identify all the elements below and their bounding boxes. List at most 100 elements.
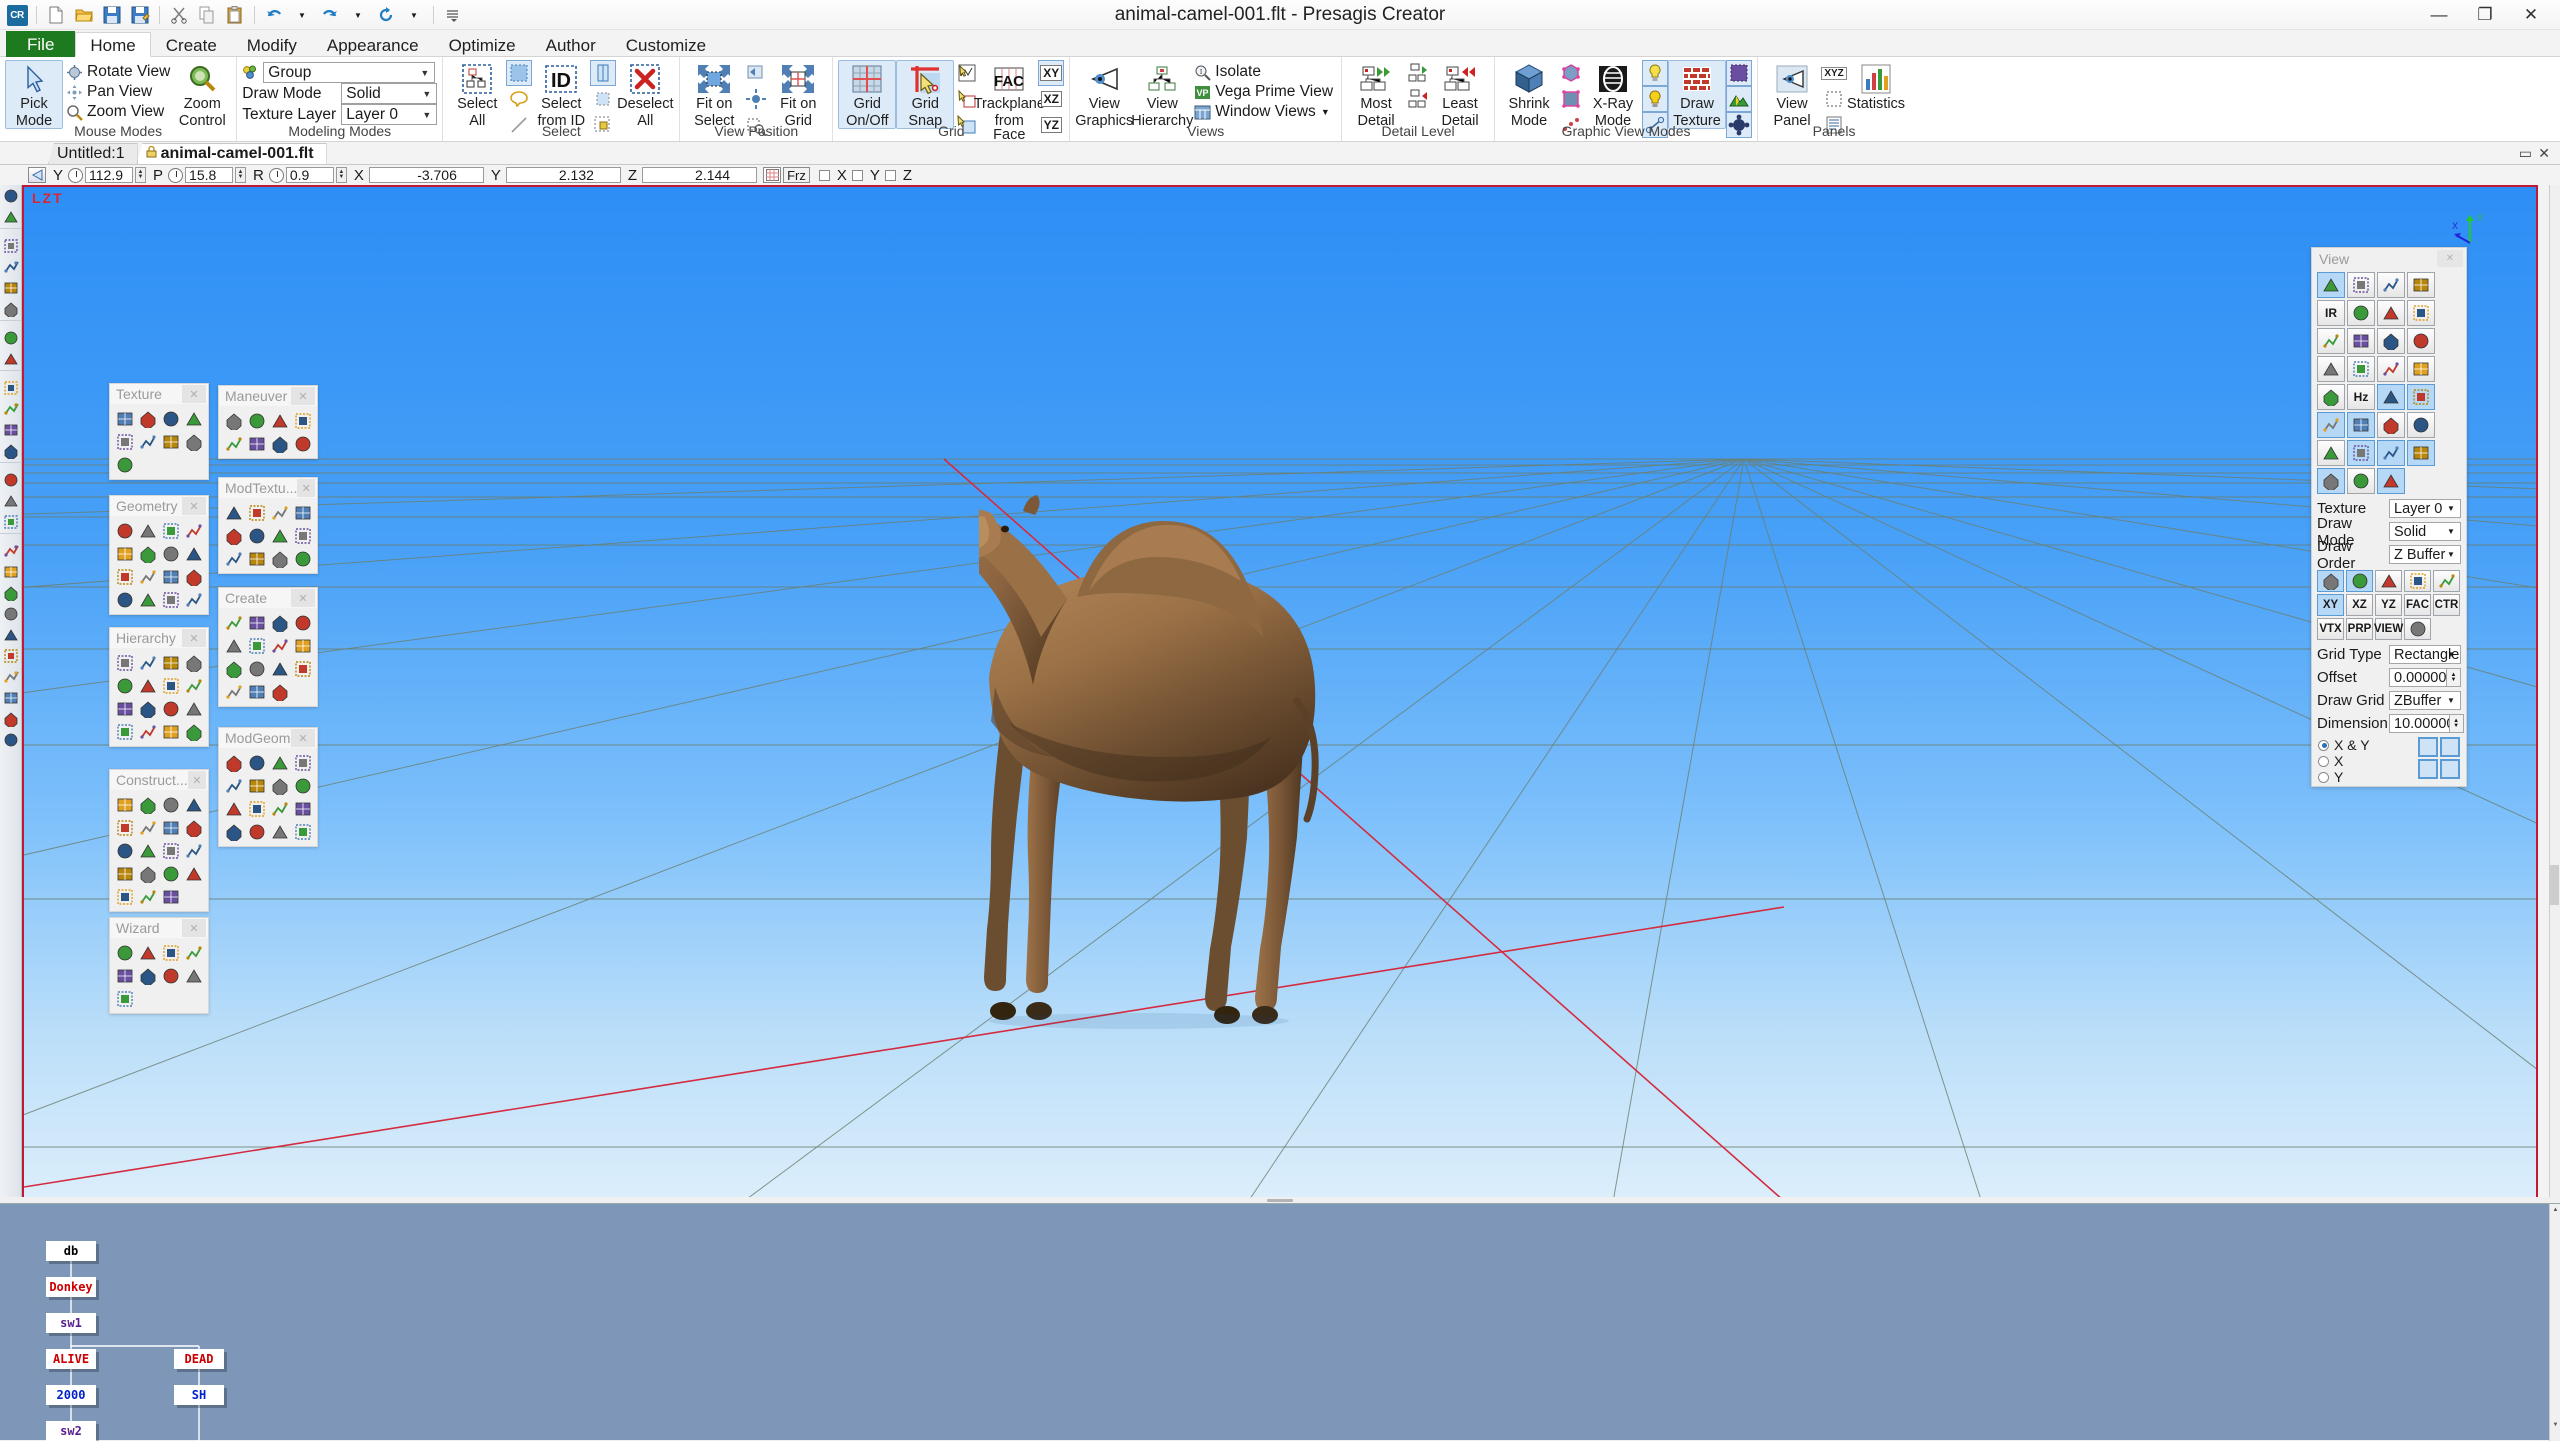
- tex-corner-icon[interactable]: [268, 501, 291, 524]
- lighting-toggle-button[interactable]: [1642, 60, 1669, 86]
- roadway-icon[interactable]: [245, 680, 268, 703]
- shaded-icon[interactable]: [2347, 300, 2375, 326]
- uv-icon[interactable]: [245, 524, 268, 547]
- pick-mode-button[interactable]: Pick Mode: [5, 60, 63, 129]
- tack-9-icon[interactable]: [0, 729, 21, 750]
- palette-close-icon[interactable]: ✕: [297, 479, 315, 497]
- lighting-icon[interactable]: [2317, 272, 2345, 298]
- light-wiz-icon[interactable]: [159, 941, 182, 964]
- switch-icon[interactable]: [291, 634, 314, 657]
- tab-modify[interactable]: Modify: [232, 32, 312, 57]
- undo-dropdown-icon[interactable]: ▼: [289, 2, 315, 28]
- tex-copy-icon[interactable]: [268, 547, 291, 570]
- select-parent-button[interactable]: [590, 60, 617, 86]
- vega-prime-view-button[interactable]: VP Vega Prime View: [1191, 82, 1336, 102]
- light-icon[interactable]: [222, 657, 245, 680]
- bulb-icon[interactable]: [2377, 440, 2405, 466]
- tack-5-icon[interactable]: [0, 645, 21, 666]
- palette-titlebar[interactable]: Create ✕: [219, 588, 317, 608]
- rotate-view-button[interactable]: Rotate View: [63, 62, 173, 82]
- statistics-button[interactable]: Statistics: [1847, 60, 1905, 113]
- split-icon[interactable]: [245, 751, 268, 774]
- point-icon[interactable]: [113, 793, 136, 816]
- view-offset-spinner[interactable]: ▲ ▼: [2446, 669, 2460, 686]
- view-dimension-input[interactable]: 10.000000 ▲ ▼: [2389, 714, 2464, 733]
- cylinder-icon[interactable]: [113, 519, 136, 542]
- palette-titlebar[interactable]: Texture ✕: [110, 384, 208, 404]
- object-icon[interactable]: [0, 469, 21, 490]
- mountain-icon[interactable]: [2377, 468, 2405, 494]
- node-left-icon[interactable]: [113, 674, 136, 697]
- color-icon[interactable]: [245, 820, 268, 843]
- move-object-icon[interactable]: [0, 185, 21, 206]
- axes-icon[interactable]: [2317, 440, 2345, 466]
- box-icon[interactable]: [113, 588, 136, 611]
- grid-icon[interactable]: [113, 816, 136, 839]
- mirror-icon[interactable]: [182, 542, 205, 565]
- node-remove-icon[interactable]: [136, 651, 159, 674]
- bolt-icon[interactable]: [0, 440, 21, 461]
- tab-optimize[interactable]: Optimize: [434, 32, 531, 57]
- grid-pick-button[interactable]: [954, 60, 980, 86]
- zoom-control-button[interactable]: Zoom Control: [173, 60, 231, 129]
- rotate-icon[interactable]: [245, 409, 268, 432]
- grid-ctr-icon[interactable]: CTR: [2433, 594, 2460, 616]
- axis-y-radio[interactable]: [2318, 771, 2329, 783]
- tack-2-icon[interactable]: [0, 582, 21, 603]
- palette-titlebar[interactable]: ModTextu... ✕: [219, 478, 317, 498]
- sphere-icon[interactable]: [159, 519, 182, 542]
- texture-paint-icon[interactable]: [0, 348, 21, 369]
- proj-icon[interactable]: [136, 839, 159, 862]
- roll-spinner[interactable]: ▲ ▼: [335, 167, 347, 183]
- x-input[interactable]: -3.706: [368, 167, 484, 183]
- line-icon[interactable]: [159, 793, 182, 816]
- tack-1-icon[interactable]: [0, 561, 21, 582]
- scatter-icon[interactable]: [182, 862, 205, 885]
- scroll-down-icon[interactable]: ▼: [2550, 1419, 2560, 1430]
- rotate-arrows-icon[interactable]: [0, 256, 21, 277]
- solid-cube-icon[interactable]: [2377, 328, 2405, 354]
- face-icon[interactable]: [136, 793, 159, 816]
- quadrant-preview[interactable]: [2418, 737, 2460, 779]
- tree-node[interactable]: SH: [174, 1385, 224, 1405]
- grid-view-icon[interactable]: VIEW: [2374, 618, 2403, 640]
- face-arrow-icon[interactable]: [0, 277, 21, 298]
- y-input[interactable]: 2.132: [505, 167, 621, 183]
- graphics-viewport[interactable]: LZT Y X Texture ✕ Maneuver ✕ Geometry ✕ …: [22, 185, 2538, 1203]
- sound-icon[interactable]: [2407, 440, 2435, 466]
- dof-icon[interactable]: [222, 634, 245, 657]
- view-center-button[interactable]: [743, 86, 769, 112]
- page-icon[interactable]: [182, 565, 205, 588]
- lock-y-checkbox[interactable]: [851, 169, 863, 181]
- shrink-mode-button[interactable]: Shrink Mode: [1500, 60, 1558, 129]
- paste-icon[interactable]: [222, 2, 248, 28]
- tex-rotate-icon[interactable]: [245, 501, 268, 524]
- explode-icon[interactable]: [222, 820, 245, 843]
- node-face-icon[interactable]: [113, 720, 136, 743]
- view-graphics-button[interactable]: View Graphics: [1075, 60, 1133, 129]
- node-key-icon[interactable]: [159, 720, 182, 743]
- texture-map2-icon[interactable]: [136, 407, 159, 430]
- texture-sphere-icon[interactable]: [182, 407, 205, 430]
- v-icon[interactable]: [291, 524, 314, 547]
- palette-close-icon[interactable]: ✕: [182, 919, 206, 937]
- xray-mode-button[interactable]: X-Ray Mode: [1584, 60, 1642, 129]
- polygon-icon[interactable]: [113, 565, 136, 588]
- node-sort-icon[interactable]: [136, 697, 159, 720]
- palette-close-icon[interactable]: ✕: [182, 629, 206, 647]
- fit-on-grid-button[interactable]: Fit on Grid: [769, 60, 827, 129]
- node-group-icon[interactable]: [182, 720, 205, 743]
- freeze-button[interactable]: Frz: [783, 167, 810, 183]
- view-hierarchy-button[interactable]: View Hierarchy: [1131, 60, 1193, 129]
- tree-node[interactable]: DEAD: [174, 1349, 224, 1369]
- layers-icon[interactable]: [0, 419, 21, 440]
- dial-icon[interactable]: [136, 885, 159, 908]
- node-movedown-icon[interactable]: [159, 697, 182, 720]
- minimize-button[interactable]: —: [2416, 0, 2462, 30]
- export-wiz-icon[interactable]: [182, 964, 205, 987]
- image-icon[interactable]: [2377, 412, 2405, 438]
- tree-node[interactable]: sw2: [46, 1421, 96, 1441]
- palette-titlebar[interactable]: Hierarchy ✕: [110, 628, 208, 648]
- align-icon[interactable]: [291, 774, 314, 797]
- view-panel-close-icon[interactable]: ✕: [2437, 250, 2463, 267]
